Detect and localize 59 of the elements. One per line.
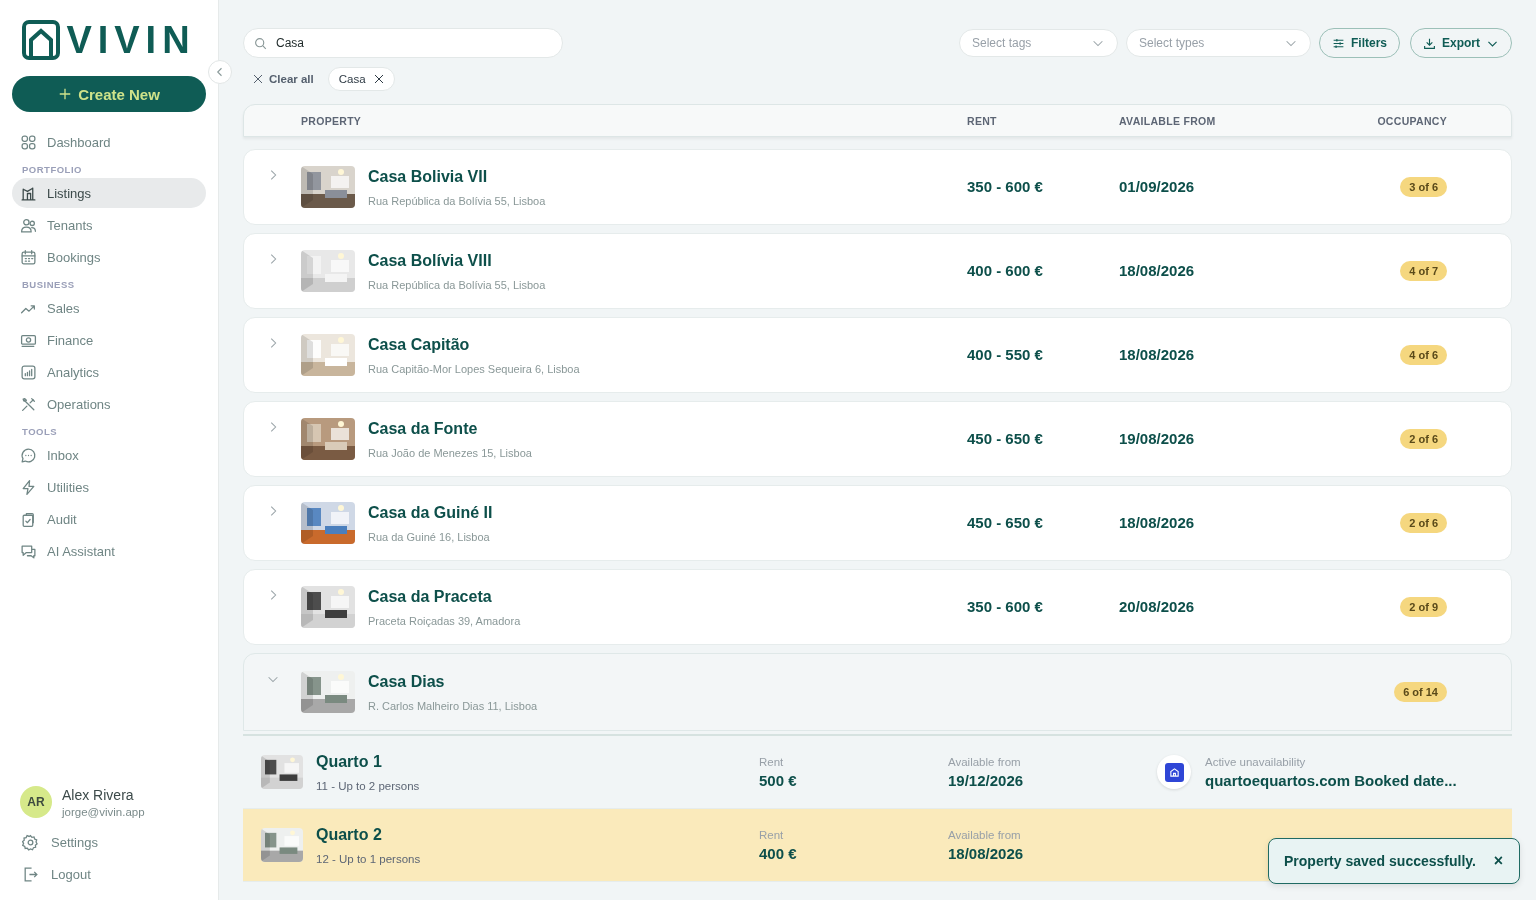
available-date: 01/09/2026 — [1119, 178, 1195, 195]
room-rent: 400 € — [759, 844, 798, 862]
occupancy-badge: 6 of 14 — [1394, 682, 1447, 702]
column-header: AVAILABLE FROM — [1119, 114, 1217, 127]
property-address: Rua João de Menezes 15, Lisboa — [368, 446, 532, 459]
property-name: Casa Capitão — [368, 335, 471, 354]
user-avatar: AR — [20, 786, 52, 818]
column-header: PROPERTY — [301, 114, 363, 127]
property-name: Casa da Fonte — [368, 419, 479, 438]
rent-label: Rent — [759, 828, 785, 841]
available-date: 18/08/2026 — [1119, 346, 1195, 363]
available-label: Available from — [948, 755, 1022, 768]
unavailability-text: quartoequartos.com Booked date... — [1205, 771, 1457, 789]
room-available-date: 19/12/2026 — [948, 771, 1025, 789]
property-address: Rua da Guiné 16, Lisboa — [368, 530, 491, 543]
property-name: Casa da Guiné II — [368, 503, 493, 522]
available-date: 18/08/2026 — [1119, 514, 1195, 531]
rent-range: 350 - 600 € — [967, 598, 1043, 615]
property-address: Rua República da Bolívia 55, Lisboa — [368, 194, 546, 207]
unavailability-label: Active unavailability — [1205, 755, 1307, 768]
column-header: OCCUPANCY — [1377, 114, 1447, 127]
occupancy-badge: 4 of 7 — [1400, 261, 1447, 281]
rent-range: 400 - 600 € — [967, 262, 1043, 279]
property-address: Rua República da Bolívia 55, Lisboa — [368, 278, 546, 291]
column-header: RENT — [967, 114, 998, 127]
section-label: TOOLS — [21, 425, 59, 439]
available-date: 19/08/2026 — [1119, 430, 1195, 447]
property-address: Rua Capitão-Mor Lopes Sequeira 6, Lisboa — [368, 362, 580, 375]
property-name: Casa da Praceta — [368, 587, 493, 606]
available-label: Available from — [948, 828, 1022, 841]
rent-range: 400 - 550 € — [967, 346, 1043, 363]
room-details: 12 - Up to 1 persons — [316, 852, 422, 865]
user-name: Alex Rivera — [62, 786, 135, 803]
room-name: Quarto 2 — [316, 825, 383, 844]
occupancy-badge: 2 of 6 — [1400, 429, 1447, 449]
room-details: 11 - Up to 2 persons — [316, 779, 421, 792]
logo-text: VIVIN — [66, 20, 196, 60]
occupancy-badge: 4 of 6 — [1400, 345, 1447, 365]
room-rent: 500 € — [759, 771, 798, 789]
rent-label: Rent — [759, 755, 785, 768]
user-email: jorge@vivin.app — [62, 805, 145, 818]
available-date: 18/08/2026 — [1119, 262, 1195, 279]
available-date: 20/08/2026 — [1119, 598, 1195, 615]
occupancy-badge: 2 of 6 — [1400, 513, 1447, 533]
rent-range: 450 - 650 € — [967, 430, 1043, 447]
section-label: BUSINESS — [21, 278, 76, 292]
rent-range: 450 - 650 € — [967, 514, 1043, 531]
property-name: Casa Bolivia VII — [368, 167, 489, 186]
occupancy-badge: 2 of 9 — [1400, 597, 1447, 617]
property-address: R. Carlos Malheiro Dias 11, Lisboa — [368, 699, 538, 712]
room-name: Quarto 1 — [316, 752, 383, 771]
room-available-date: 18/08/2026 — [948, 844, 1025, 862]
section-label: PORTFOLIO — [21, 163, 83, 177]
toast-message: Property saved successfully. — [1284, 853, 1476, 869]
property-address: Praceta Roiçadas 39, Amadora — [368, 614, 521, 627]
rent-range: 350 - 600 € — [967, 178, 1043, 195]
occupancy-badge: 3 of 6 — [1400, 177, 1447, 197]
property-name: Casa Dias — [368, 672, 446, 691]
property-name: Casa Bolívia VIII — [368, 251, 493, 270]
